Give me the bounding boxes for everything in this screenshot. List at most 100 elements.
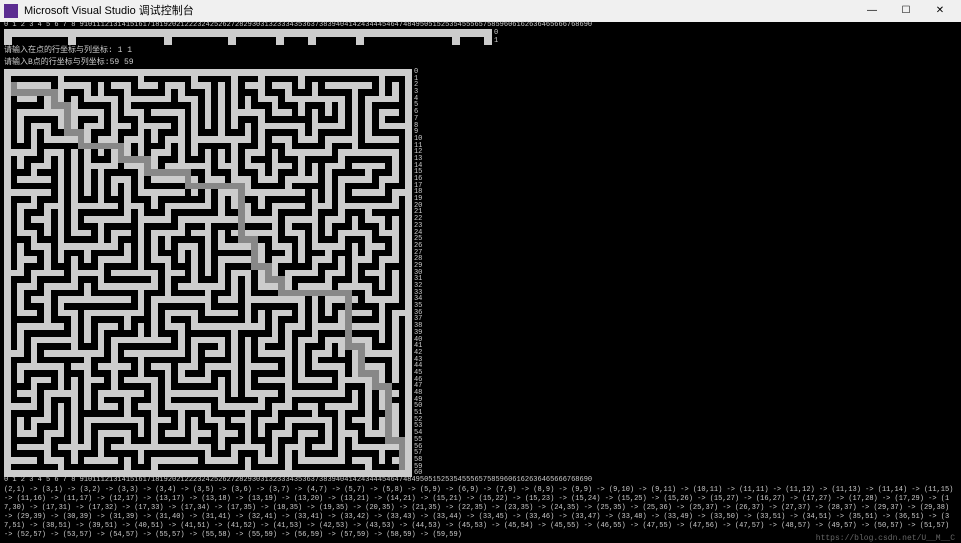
maze-cell bbox=[84, 129, 91, 136]
maze-cell bbox=[238, 89, 245, 96]
maze-cell bbox=[151, 437, 158, 444]
maze-cell bbox=[292, 69, 299, 76]
maze-cell bbox=[111, 337, 118, 344]
maze-cell bbox=[205, 136, 212, 143]
maze-cell bbox=[318, 330, 325, 337]
maze-cell bbox=[28, 29, 36, 37]
maze-cell bbox=[244, 29, 252, 37]
maze-cell bbox=[238, 270, 245, 277]
maze-cell bbox=[198, 403, 205, 410]
maze-cell bbox=[124, 29, 132, 37]
maze-cell bbox=[231, 350, 238, 357]
maze-cell bbox=[484, 29, 492, 37]
maze-cell bbox=[71, 390, 78, 397]
maze-cell bbox=[151, 243, 158, 250]
maze-cell bbox=[185, 276, 192, 283]
maze-cell bbox=[292, 457, 299, 464]
maze-cell bbox=[225, 236, 232, 243]
maze-cell bbox=[124, 417, 131, 424]
maze-cell bbox=[17, 143, 24, 150]
maze-cell bbox=[78, 437, 85, 444]
maze-cell bbox=[245, 109, 252, 116]
maze-cell bbox=[332, 256, 339, 263]
maze-cell bbox=[71, 263, 78, 270]
maze-cell bbox=[198, 363, 205, 370]
maze-cell bbox=[405, 109, 412, 116]
maze-cell bbox=[258, 89, 265, 96]
maze-cell bbox=[258, 123, 265, 130]
maze-cell bbox=[58, 96, 65, 103]
maze-cell bbox=[405, 363, 412, 370]
maze-cell bbox=[31, 76, 38, 83]
maze-cell bbox=[231, 149, 238, 156]
maze-cell bbox=[37, 390, 44, 397]
maze-cell bbox=[64, 209, 71, 216]
maze-cell bbox=[278, 109, 285, 116]
maze-cell bbox=[258, 417, 265, 424]
maze-cell bbox=[4, 163, 11, 170]
maze-cell bbox=[318, 89, 325, 96]
maze-cell bbox=[11, 423, 18, 430]
maze-cell bbox=[4, 149, 11, 156]
maze-cell bbox=[185, 296, 192, 303]
maze-cell bbox=[285, 169, 292, 176]
maze-cell bbox=[91, 149, 98, 156]
maze-cell bbox=[131, 457, 138, 464]
maze-cell bbox=[178, 444, 185, 451]
maze-cell bbox=[251, 390, 258, 397]
maze-cell bbox=[298, 397, 305, 404]
maze-cell bbox=[218, 457, 225, 464]
maze-cell bbox=[104, 196, 111, 203]
maze-cell bbox=[171, 343, 178, 350]
maze-cell bbox=[278, 263, 285, 270]
maze-cell bbox=[91, 256, 98, 263]
maze-cell bbox=[111, 350, 118, 357]
maze-cell bbox=[211, 196, 218, 203]
maze-cell bbox=[58, 397, 65, 404]
maze-cell bbox=[138, 236, 145, 243]
maze-cell bbox=[265, 203, 272, 210]
maze-cell bbox=[251, 457, 258, 464]
maze-cell bbox=[91, 96, 98, 103]
maze-cell bbox=[78, 316, 85, 323]
maze-cell bbox=[198, 250, 205, 257]
maze-cell bbox=[24, 310, 31, 317]
maze-cell bbox=[399, 189, 406, 196]
maze-cell bbox=[84, 330, 91, 337]
maze-cell bbox=[51, 350, 58, 357]
maze-cell bbox=[218, 123, 225, 130]
maximize-button[interactable]: ☐ bbox=[889, 0, 923, 22]
maze-cell bbox=[138, 256, 145, 263]
maze-cell bbox=[11, 143, 18, 150]
maze-cell bbox=[392, 444, 399, 451]
maze-cell bbox=[211, 310, 218, 317]
maze-cell bbox=[325, 330, 332, 337]
close-button[interactable]: ✕ bbox=[923, 0, 957, 22]
maze-cell bbox=[17, 250, 24, 257]
maze-cell bbox=[205, 169, 212, 176]
maze-cell bbox=[11, 450, 18, 457]
maze-cell bbox=[17, 183, 24, 190]
maze-cell bbox=[165, 350, 172, 357]
maze-cell bbox=[272, 343, 279, 350]
maze-cell bbox=[318, 270, 325, 277]
maze-cell bbox=[298, 290, 305, 297]
maze-cell bbox=[305, 209, 312, 216]
maze-cell bbox=[124, 176, 131, 183]
maze-cell bbox=[131, 310, 138, 317]
maze-cell bbox=[104, 129, 111, 136]
maze-cell bbox=[171, 82, 178, 89]
maze-cell bbox=[405, 169, 412, 176]
maze-cell bbox=[238, 303, 245, 310]
maze-cell bbox=[265, 290, 272, 297]
maze-cell bbox=[58, 76, 65, 83]
maze-cell bbox=[231, 363, 238, 370]
maze-cell bbox=[4, 89, 11, 96]
maze-cell bbox=[84, 69, 91, 76]
maze-cell bbox=[379, 397, 386, 404]
maze-cell bbox=[352, 250, 359, 257]
maze-cell bbox=[251, 183, 258, 190]
minimize-button[interactable]: — bbox=[855, 0, 889, 22]
maze-cell bbox=[58, 136, 65, 143]
maze-cell bbox=[272, 363, 279, 370]
